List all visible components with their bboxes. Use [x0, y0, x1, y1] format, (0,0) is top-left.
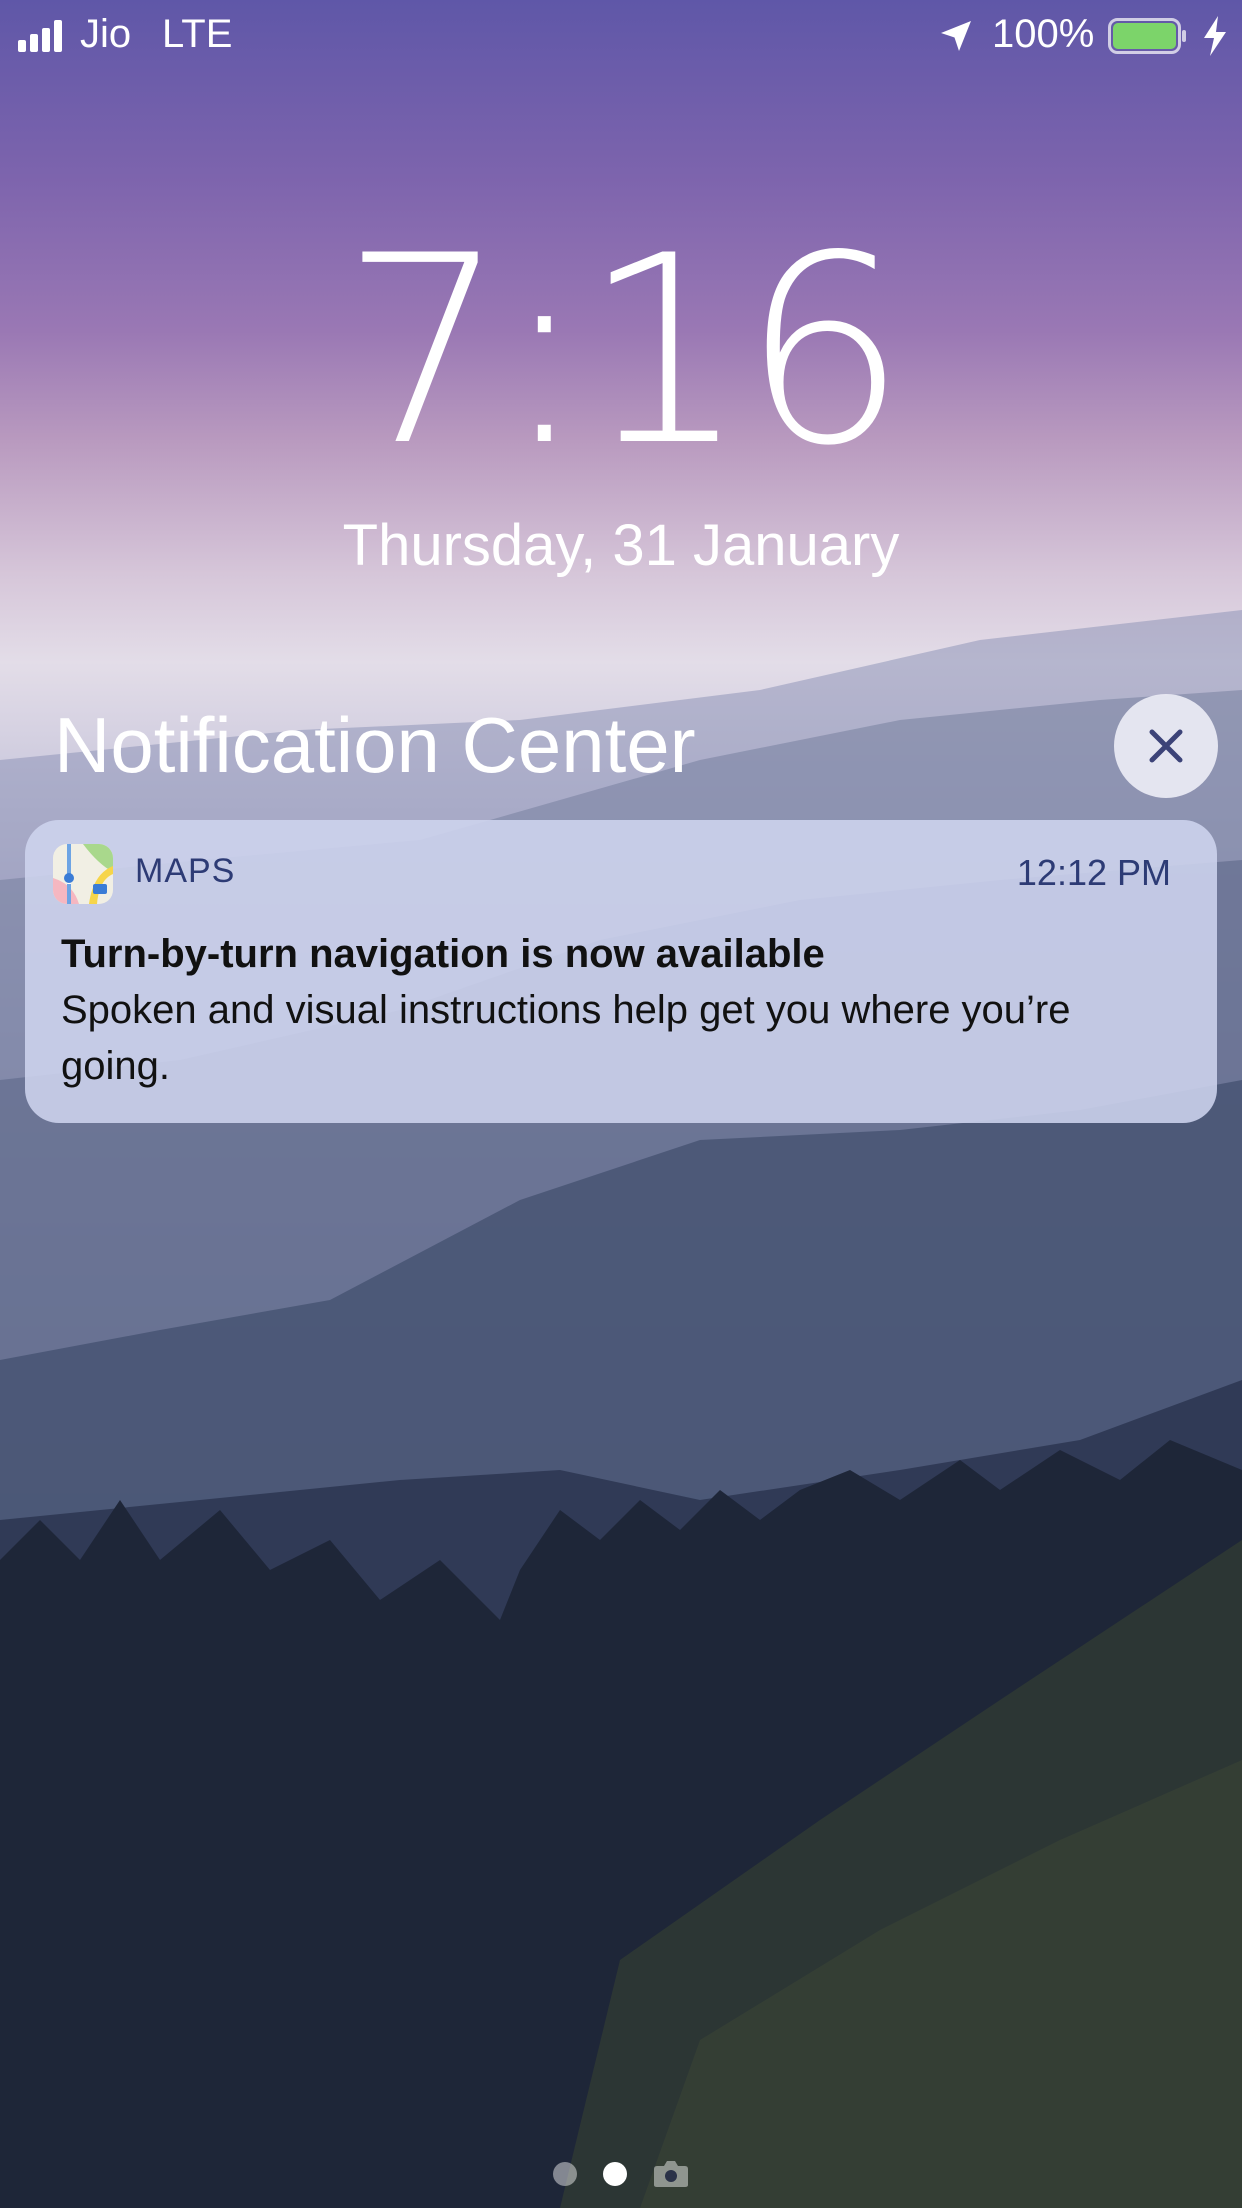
battery-icon	[1108, 18, 1186, 54]
charging-icon	[1204, 16, 1226, 56]
signal-icon	[18, 20, 62, 52]
page-dot-1[interactable]	[553, 2162, 577, 2186]
notification-center-title: Notification Center	[54, 701, 696, 789]
close-icon	[1149, 729, 1183, 763]
notification-time: 12:12 PM	[1016, 852, 1171, 893]
page-indicator	[0, 2160, 1242, 2188]
location-icon	[941, 21, 971, 51]
notification-title: Turn-by-turn navigation is now available	[61, 932, 825, 976]
notification-app-name: MAPS	[135, 852, 236, 890]
notification-body: Spoken and visual instructions help get …	[61, 988, 1071, 1088]
maps-app-icon	[53, 844, 113, 904]
status-bar: Jio LTE 100%	[0, 0, 1242, 70]
network-label: LTE	[162, 12, 233, 56]
page-dot-2[interactable]	[603, 2162, 627, 2186]
camera-icon[interactable]	[653, 2160, 689, 2188]
lock-screen-time: 7:16	[341, 201, 907, 503]
carrier-label: Jio	[80, 12, 132, 56]
lock-screen-date: Thursday, 31 January	[342, 513, 900, 578]
battery-percent: 100%	[992, 12, 1095, 56]
maps-notification[interactable]: MAPS 12:12 PM Turn-by-turn navigation is…	[25, 820, 1217, 1123]
clear-notifications-button[interactable]	[1114, 694, 1218, 798]
